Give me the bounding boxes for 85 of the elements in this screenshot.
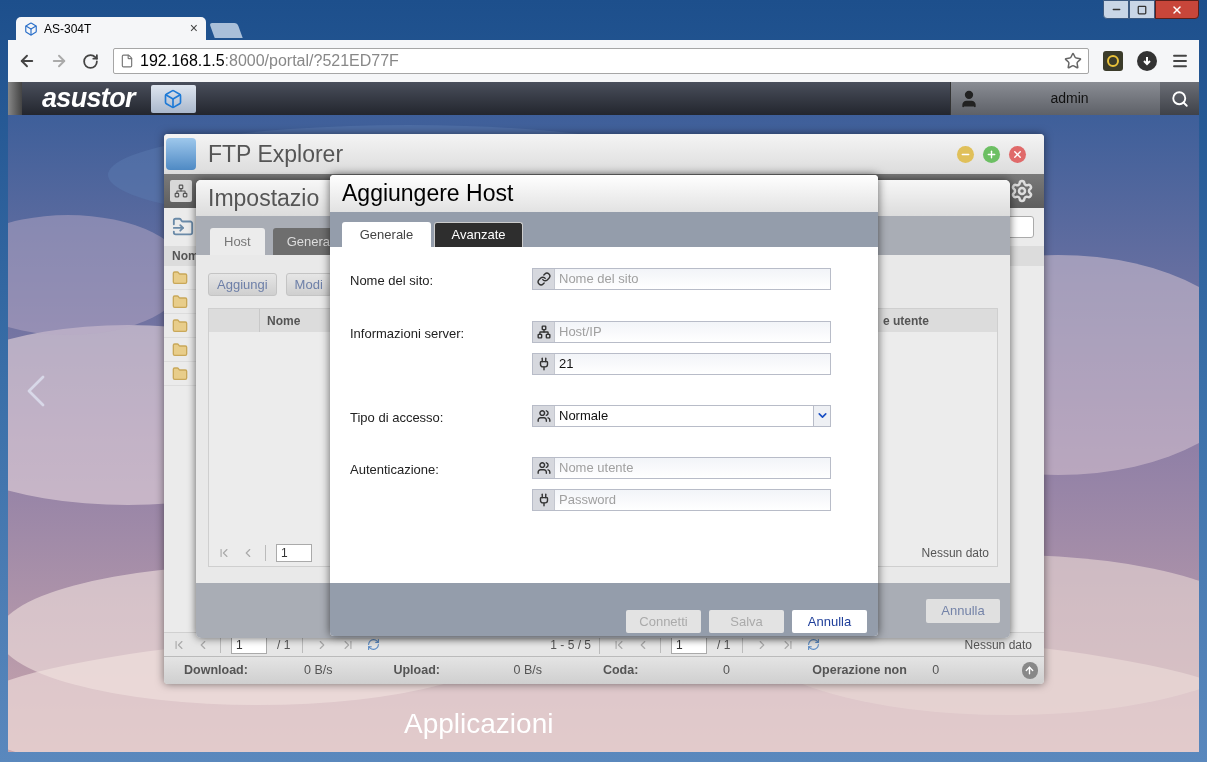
close-button[interactable]: [1009, 145, 1026, 163]
parent-folder-icon[interactable]: [172, 216, 194, 238]
search-button[interactable]: [1160, 82, 1199, 115]
close-button[interactable]: [1155, 0, 1199, 19]
status-value: 0 B/s: [304, 662, 333, 680]
reload-icon[interactable]: [82, 52, 99, 70]
field-label: Autenticazione:: [350, 461, 440, 479]
page-field[interactable]: 1: [276, 544, 312, 562]
status-label: Upload:: [393, 662, 441, 680]
maximize-button[interactable]: [1129, 0, 1155, 19]
download-icon: [1142, 56, 1152, 66]
access-type-select[interactable]: Normale: [532, 404, 831, 427]
status-value: 0 B/s: [513, 662, 542, 680]
window-title: Impostazio: [208, 183, 320, 213]
tab-close[interactable]: ×: [189, 18, 198, 39]
back-icon[interactable]: [18, 52, 36, 70]
column-header: Nome: [267, 312, 301, 330]
page-total: / 1: [717, 636, 731, 654]
empty-text: Nessun dato: [964, 636, 1032, 654]
user-menu[interactable]: admin: [950, 82, 1160, 115]
extension-icon[interactable]: [1103, 51, 1123, 71]
folder-icon[interactable]: [172, 317, 188, 334]
folder-icon[interactable]: [172, 293, 188, 310]
app-launcher-button[interactable]: [150, 84, 196, 113]
ring-icon: [1107, 55, 1119, 67]
status-label: Operazione non: [812, 662, 908, 680]
input-field[interactable]: Nome del sito: [532, 268, 831, 290]
tab[interactable]: Host: [210, 228, 265, 255]
search-icon: [1170, 89, 1189, 108]
expand-button[interactable]: [1021, 662, 1038, 679]
maximize-icon: [986, 148, 997, 160]
app-icon: [166, 138, 196, 170]
empty-text: Nessun dato: [921, 545, 989, 562]
maximize-icon: [1137, 4, 1147, 15]
refresh-icon[interactable]: [807, 638, 821, 651]
site-manager-button[interactable]: [170, 180, 192, 202]
user-icon: [959, 88, 979, 109]
status-label: Coda:: [602, 662, 640, 680]
users-icon: [536, 461, 551, 475]
settings-icon[interactable]: [1010, 179, 1034, 203]
dialog-title: Aggiungere Host: [342, 179, 514, 209]
site-icon: [24, 21, 38, 36]
close-icon: [1171, 3, 1183, 16]
new-tab-button[interactable]: [209, 23, 243, 38]
tab[interactable]: Generale: [342, 222, 431, 247]
users-icon: [536, 408, 551, 423]
field-label: Informazioni server:: [350, 324, 466, 343]
network-icon: [174, 184, 188, 198]
network-icon: [536, 324, 551, 339]
cube-icon: [163, 88, 184, 109]
panel-handle[interactable]: [8, 82, 22, 115]
url-text: 192.168.1.5:8000/portal/?521ED77F: [140, 51, 400, 71]
link-icon: [536, 272, 551, 286]
dialog-button[interactable]: Annulla: [792, 610, 867, 633]
minimize-button[interactable]: [1103, 0, 1129, 19]
tab-title: AS-304T: [44, 20, 93, 38]
range-text: 1 - 5 / 5: [550, 636, 591, 654]
address-bar[interactable]: 192.168.1.5:8000/portal/?521ED77F: [113, 48, 1089, 74]
first-page-icon[interactable]: [217, 546, 231, 560]
field-label: Tipo di accesso:: [350, 408, 445, 427]
column-header: e utente: [883, 312, 929, 330]
input-field[interactable]: Nome utente: [532, 457, 831, 479]
tab[interactable]: Avanzate: [434, 222, 523, 247]
field-label: Nome del sito:: [350, 272, 435, 290]
close-icon: [1012, 148, 1023, 160]
download-extension-icon[interactable]: [1137, 51, 1157, 71]
page-icon: [120, 54, 134, 68]
input-field[interactable]: Host/IP: [532, 320, 831, 343]
folder-icon[interactable]: [172, 341, 188, 358]
logo: asustor: [42, 82, 135, 116]
bookmark-star-icon[interactable]: [1064, 52, 1082, 70]
refresh-icon[interactable]: [367, 638, 381, 651]
status-value: 0: [932, 662, 940, 680]
input-field[interactable]: Password: [532, 489, 831, 511]
page-total: / 1: [277, 636, 291, 654]
status-label: Download:: [184, 662, 249, 680]
arrow-up-icon: [1024, 665, 1036, 676]
folder-icon[interactable]: [172, 269, 188, 286]
status-value: 0: [722, 662, 730, 680]
input-field[interactable]: 21: [532, 352, 831, 375]
folder-icon[interactable]: [172, 365, 188, 382]
browser-tab[interactable]: AS-304T ×: [16, 17, 206, 40]
window-title: FTP Explorer: [208, 139, 345, 169]
forward-icon[interactable]: [50, 52, 68, 70]
menu-icon[interactable]: [1171, 52, 1189, 70]
